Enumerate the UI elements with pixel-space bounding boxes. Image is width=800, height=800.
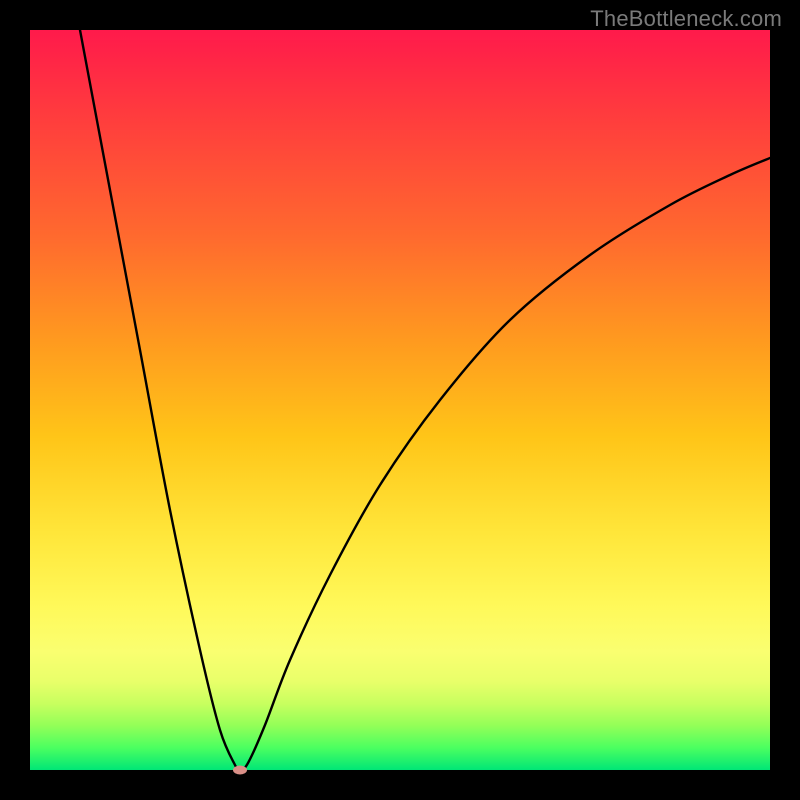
watermark-label: TheBottleneck.com xyxy=(590,6,782,32)
optimum-marker xyxy=(233,766,247,775)
chart-frame: TheBottleneck.com xyxy=(0,0,800,800)
bottleneck-curve xyxy=(30,30,770,770)
plot-area xyxy=(30,30,770,770)
